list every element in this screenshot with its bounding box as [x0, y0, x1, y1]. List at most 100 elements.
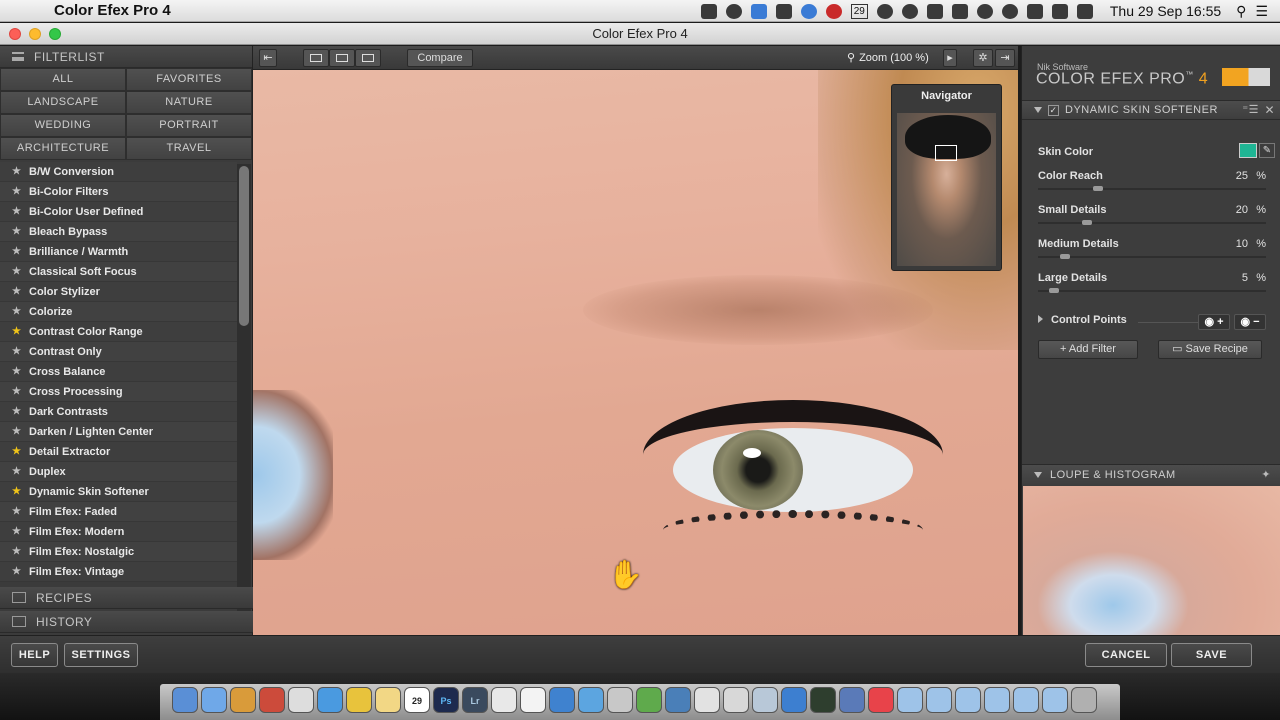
star-icon[interactable]: ★ — [12, 346, 23, 357]
finder-icon[interactable] — [172, 687, 198, 713]
param-value[interactable]: 25 — [1236, 170, 1248, 182]
app-icon[interactable] — [752, 687, 778, 713]
time-machine-icon[interactable] — [1001, 3, 1018, 19]
window-minimize-button[interactable] — [29, 28, 41, 40]
category-landscape[interactable]: LANDSCAPE — [0, 91, 126, 114]
star-icon[interactable]: ★ — [12, 186, 23, 197]
recipes-header[interactable]: RECIPES — [0, 587, 253, 609]
filter-item[interactable]: ★ Cross Processing — [0, 382, 237, 402]
slider-thumb[interactable] — [1060, 254, 1070, 259]
star-icon[interactable]: ★ — [12, 466, 23, 477]
save-button[interactable]: SAVE — [1171, 643, 1252, 667]
hide-left-panel-button[interactable]: ⇤ — [259, 49, 277, 67]
star-icon[interactable]: ★ — [12, 526, 23, 537]
filter-item[interactable]: ★ Duplex — [0, 462, 237, 482]
trash-icon[interactable] — [1071, 687, 1097, 713]
folder-icon[interactable] — [926, 687, 952, 713]
param-value[interactable]: 10 — [1236, 238, 1248, 250]
category-wedding[interactable]: WEDDING — [0, 114, 126, 137]
side-by-side-button[interactable] — [355, 49, 381, 67]
clock-icon[interactable] — [901, 3, 918, 19]
filter-close-icon[interactable]: ✕ — [1264, 103, 1275, 117]
navigator-viewport-box[interactable] — [935, 145, 957, 161]
category-all[interactable]: ALL — [0, 68, 126, 91]
hide-right-panel-button[interactable]: ⇥ — [995, 49, 1015, 67]
filterlist-header[interactable]: FILTERLIST — [0, 46, 252, 68]
app-icon[interactable] — [230, 687, 256, 713]
star-icon[interactable]: ★ — [12, 506, 23, 517]
menu-clock[interactable]: Thu 29 Sep 16:55 — [1110, 3, 1221, 19]
window-close-button[interactable] — [9, 28, 21, 40]
gear-flower-icon[interactable] — [800, 3, 817, 19]
filter-list-scrollbar[interactable] — [237, 164, 251, 631]
folder-icon[interactable] — [1042, 687, 1068, 713]
photoshop-icon[interactable]: Ps — [433, 687, 459, 713]
filter-item[interactable]: ★ Classical Soft Focus — [0, 262, 237, 282]
list-icon[interactable]: ☰ — [1255, 3, 1268, 20]
calendar-icon[interactable]: 29 — [404, 687, 430, 713]
filter-item[interactable]: ★ Film Efex: Faded — [0, 502, 237, 522]
star-icon[interactable]: ★ — [12, 386, 23, 397]
category-travel[interactable]: TRAVEL — [126, 137, 252, 160]
category-favorites[interactable]: FAVORITES — [126, 68, 252, 91]
skype-icon[interactable] — [725, 3, 742, 19]
save-recipe-button[interactable]: ▭ Save Recipe — [1158, 340, 1262, 359]
paint-icon[interactable] — [750, 3, 767, 19]
app-icon[interactable] — [839, 687, 865, 713]
star-icon[interactable]: ★ — [12, 546, 23, 557]
filter-menu-icon[interactable]: ⁼☰ — [1242, 103, 1259, 116]
chrome-icon[interactable] — [346, 687, 372, 713]
pin-icon[interactable]: ✦ — [1261, 468, 1271, 481]
dashboard-icon[interactable] — [201, 687, 227, 713]
filter-item[interactable]: ★ Bleach Bypass — [0, 222, 237, 242]
wifi-icon[interactable] — [1051, 3, 1068, 19]
filter-item[interactable]: ★ Film Efex: Modern — [0, 522, 237, 542]
settings-button[interactable]: SETTINGS — [64, 643, 138, 667]
slider-track[interactable] — [1038, 290, 1266, 292]
slider-thumb[interactable] — [1049, 288, 1059, 293]
filter-item[interactable]: ★ Dynamic Skin Softener — [0, 482, 237, 502]
calendar-icon[interactable]: 29 — [850, 3, 868, 19]
param-value[interactable]: 20 — [1236, 204, 1248, 216]
scrollbar-thumb[interactable] — [239, 166, 249, 326]
app-icon[interactable] — [694, 687, 720, 713]
app-icon[interactable] — [607, 687, 633, 713]
battery-icon[interactable] — [1026, 3, 1043, 19]
star-icon[interactable]: ★ — [12, 166, 23, 177]
filter-header[interactable]: ✓ DYNAMIC SKIN SOFTENER ⁼☰ ✕ — [1022, 100, 1280, 120]
filter-item[interactable]: ★ Detail Extractor — [0, 442, 237, 462]
skin-color-swatch[interactable] — [1239, 143, 1257, 158]
filter-enable-checkbox[interactable]: ✓ — [1048, 104, 1059, 116]
slider-thumb[interactable] — [1082, 220, 1092, 225]
cancel-button[interactable]: CANCEL — [1085, 643, 1167, 667]
volume-icon[interactable] — [1076, 3, 1093, 19]
navigator-thumbnail[interactable] — [897, 113, 996, 266]
star-icon[interactable]: ★ — [12, 566, 23, 577]
split-view-button[interactable] — [329, 49, 355, 67]
filter-item[interactable]: ★ Film Efex: Nostalgic — [0, 542, 237, 562]
display-icon[interactable] — [951, 3, 968, 19]
filter-item[interactable]: ★ Film Efex: Vintage — [0, 562, 237, 582]
favorite-star-icon[interactable]: ★ — [12, 486, 23, 497]
filter-item[interactable]: ★ Cross Balance — [0, 362, 237, 382]
slider-track[interactable] — [1038, 188, 1266, 190]
star-icon[interactable]: ★ — [12, 206, 23, 217]
slider-track[interactable] — [1038, 222, 1266, 224]
safari-icon[interactable] — [317, 687, 343, 713]
app-icon[interactable] — [868, 687, 894, 713]
filter-item[interactable]: ★ Darken / Lighten Center — [0, 422, 237, 442]
star-icon[interactable]: ★ — [12, 366, 23, 377]
folder-icon[interactable] — [984, 687, 1010, 713]
slider-thumb[interactable] — [1093, 186, 1103, 191]
cloud-icon[interactable] — [876, 3, 893, 19]
app-icon[interactable] — [636, 687, 662, 713]
app-icon[interactable] — [520, 687, 546, 713]
filter-item[interactable]: ★ Dark Contrasts — [0, 402, 237, 422]
star-icon[interactable]: ★ — [12, 266, 23, 277]
slider-track[interactable] — [1038, 256, 1266, 258]
star-icon[interactable]: ★ — [12, 306, 23, 317]
app-icon[interactable] — [723, 687, 749, 713]
folder-icon[interactable] — [1013, 687, 1039, 713]
filter-item[interactable]: ★ Brilliance / Warmth — [0, 242, 237, 262]
favorite-star-icon[interactable]: ★ — [12, 326, 23, 337]
